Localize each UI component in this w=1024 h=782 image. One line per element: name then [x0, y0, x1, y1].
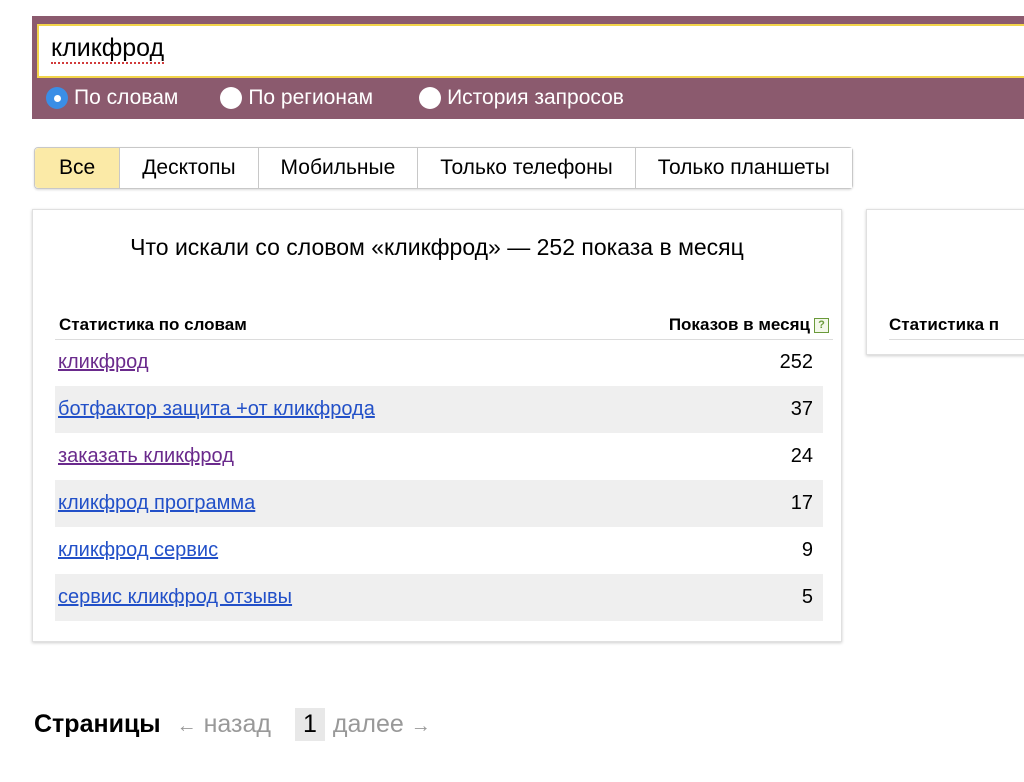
- mode-by-regions[interactable]: По регионам: [220, 86, 373, 110]
- shows-count: 5: [801, 586, 813, 608]
- col-shows-header: Показов в месяц: [668, 314, 810, 334]
- next-page[interactable]: далее →: [333, 710, 431, 739]
- stats-rows: кликфрод 252 ботфактор защита +от кликфр…: [55, 339, 845, 621]
- word-stats-panel: Что искали со словом «кликфрод» — 252 по…: [32, 209, 842, 642]
- help-icon[interactable]: ?: [814, 317, 829, 333]
- arrow-right-icon: →: [410, 714, 431, 737]
- phrase-link[interactable]: сервис кликфрод отзывы: [58, 586, 292, 609]
- next-label: далее: [332, 709, 404, 738]
- phrase-link[interactable]: ботфактор защита +от кликфрода: [58, 398, 375, 421]
- search-query-text: кликфрод: [51, 34, 165, 64]
- mode-label: По регионам: [248, 86, 374, 109]
- current-page: 1: [295, 707, 325, 741]
- search-mode-radios: По словам По регионам История запросов: [46, 83, 624, 113]
- panel-title: Что искали со словом «кликфрод» — 252 по…: [130, 234, 744, 260]
- table-row: ботфактор защита +от кликфрода 37: [55, 386, 823, 433]
- table-row: кликфрод программа 17: [55, 480, 823, 527]
- related-stats-header: Статистика п: [889, 310, 1024, 340]
- mode-by-words[interactable]: По словам: [46, 86, 178, 110]
- table-row: кликфрод сервис 9: [55, 527, 823, 574]
- col-shows-header-wrap: Показов в месяц?: [669, 315, 829, 335]
- phrase-link[interactable]: кликфрод сервис: [58, 539, 218, 562]
- tab-phones-only[interactable]: Только телефоны: [418, 148, 636, 188]
- mode-history[interactable]: История запросов: [419, 86, 624, 110]
- table-row: заказать кликфрод 24: [55, 433, 823, 480]
- table-row: кликфрод 252: [55, 339, 823, 386]
- shows-count: 9: [801, 539, 813, 561]
- shows-count: 17: [790, 492, 813, 514]
- tab-tablets-only[interactable]: Только планшеты: [635, 148, 852, 188]
- shows-count: 37: [790, 398, 813, 420]
- table-row: сервис кликфрод отзывы 5: [55, 574, 823, 621]
- tab-all[interactable]: Все: [35, 148, 121, 188]
- phrase-link[interactable]: заказать кликфрод: [58, 445, 234, 468]
- arrow-left-icon: ←: [176, 714, 197, 737]
- radio-icon: [419, 87, 442, 109]
- col-words-header: Статистика по словам: [59, 314, 247, 334]
- radio-icon: [220, 87, 243, 109]
- prev-label: назад: [203, 709, 272, 738]
- radio-icon: [46, 87, 68, 109]
- mode-label: По словам: [74, 86, 179, 109]
- pager-label: Страницы: [34, 709, 161, 738]
- tab-mobile[interactable]: Мобильные: [258, 148, 419, 188]
- shows-count: 252: [779, 351, 813, 373]
- tab-desktops[interactable]: Десктопы: [120, 148, 259, 188]
- stats-header: Статистика по словам Показов в месяц?: [55, 310, 833, 340]
- search-input[interactable]: кликфрод: [37, 24, 1024, 78]
- device-tabs: Все Десктопы Мобильные Только телефоны Т…: [34, 147, 853, 189]
- pagination: Страницы ← назад 1 далее →: [34, 704, 431, 744]
- shows-count: 24: [790, 445, 813, 467]
- mode-label: История запросов: [447, 86, 624, 109]
- related-stats-panel: Статистика п: [866, 209, 1024, 355]
- phrase-link[interactable]: кликфрод: [58, 351, 149, 374]
- phrase-link[interactable]: кликфрод программа: [58, 492, 255, 515]
- prev-page: ← назад: [177, 710, 271, 739]
